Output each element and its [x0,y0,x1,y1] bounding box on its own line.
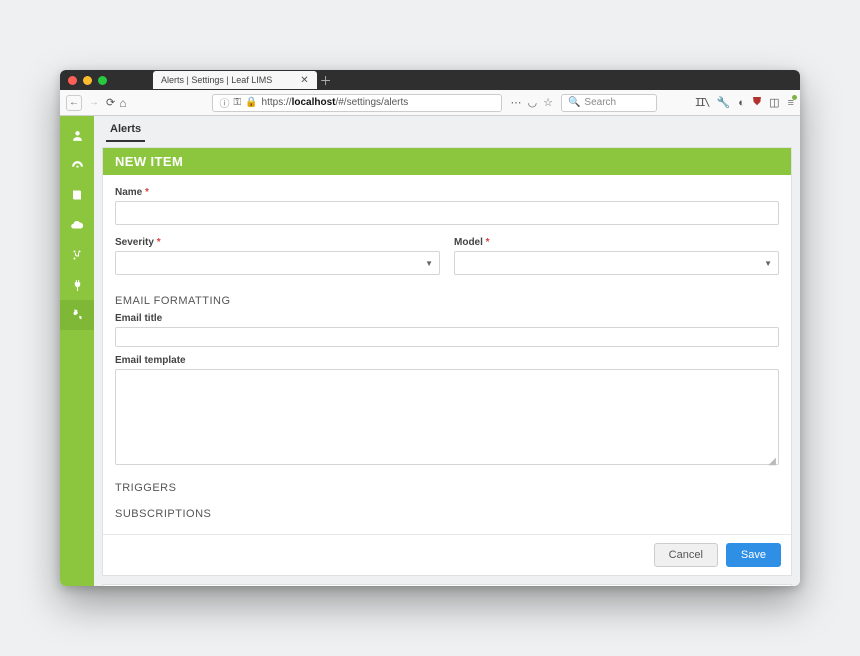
content-area: Alerts NEW ITEM Name * [94,116,800,586]
circle-icon[interactable]: ◐ [738,97,745,109]
required-icon: * [157,237,161,248]
wrench-icon[interactable]: 🔧 [717,96,731,109]
toolbar-right-icons: II\ 🔧 ◐ ⛊ ◫ ≡ [695,96,794,109]
book-icon [71,189,83,201]
email-title-label: Email title [115,313,779,324]
titlebar: Alerts | Settings | Leaf LIMS ✕ ＋ [60,70,800,90]
user-icon [71,129,84,142]
forward-button[interactable]: → [86,95,102,111]
card-title: NEW ITEM [103,148,791,175]
sidebar-item-profile[interactable] [60,120,94,150]
browser-search[interactable]: 🔍 Search [561,94,657,112]
more-icon[interactable]: ⋯ [510,96,521,109]
field-severity: Severity * ▼ [115,237,440,275]
field-email-title: Email title [115,313,779,347]
severity-select[interactable]: ▼ [115,251,440,275]
shield-icon[interactable]: ⛊ [753,96,761,109]
next-card-peek [102,584,792,586]
sidebar-item-settings[interactable] [60,300,94,330]
close-window-button[interactable] [68,76,77,85]
email-formatting-heading: EMAIL FORMATTING [115,295,779,307]
maximize-window-button[interactable] [98,76,107,85]
close-tab-icon[interactable]: ✕ [300,75,308,86]
sidebar-toggle-icon[interactable]: ◫ [769,96,779,109]
save-button[interactable]: Save [726,543,781,567]
cogs-icon [70,308,84,322]
nav-group: ← → ⟳ ⌂ [66,95,126,111]
plug-icon [71,279,84,292]
library-icon[interactable]: II\ [695,96,709,109]
pocket-icon[interactable]: ◡ [527,96,537,109]
search-icon: 🔍 [568,97,580,108]
sidebar-item-branch[interactable] [60,240,94,270]
required-icon: * [486,237,490,248]
browser-tab[interactable]: Alerts | Settings | Leaf LIMS ✕ [153,71,317,89]
cancel-button[interactable]: Cancel [654,543,718,567]
email-template-textarea[interactable] [115,369,779,465]
page-action-icons: ⋯ ◡ ☆ [510,96,552,109]
star-icon[interactable]: ☆ [543,96,553,109]
required-icon: * [145,187,149,198]
field-email-template: Email template ◢ [115,355,779,470]
triggers-heading: TRIGGERS [115,482,779,494]
url-text: https://localhost/#/settings/alerts [262,97,409,108]
menu-icon[interactable]: ≡ [788,97,794,109]
home-icon[interactable]: ⌂ [119,96,126,110]
field-name: Name * [115,187,779,225]
search-placeholder: Search [584,97,616,108]
url-bar[interactable]: ⓘ ⚿ 🔒 https://localhost/#/settings/alert… [212,94,502,112]
reload-icon[interactable]: ⟳ [106,96,115,109]
content-tabs: Alerts [94,116,800,142]
app-body: Alerts NEW ITEM Name * [60,116,800,586]
sidebar-item-plug[interactable] [60,270,94,300]
browser-toolbar: ← → ⟳ ⌂ ⓘ ⚿ 🔒 https://localhost/#/settin… [60,90,800,116]
email-template-label: Email template [115,355,779,366]
email-title-input[interactable] [115,327,779,347]
tab-title: Alerts | Settings | Leaf LIMS [161,75,272,85]
sidebar-item-dashboard[interactable] [60,150,94,180]
sidebar [60,116,94,586]
minimize-window-button[interactable] [83,76,92,85]
chevron-down-icon: ▼ [764,259,772,268]
browser-window: Alerts | Settings | Leaf LIMS ✕ ＋ ← → ⟳ … [60,70,800,586]
back-button[interactable]: ← [66,95,82,111]
lock-icon: 🔒 [245,97,257,108]
chevron-down-icon: ▼ [425,259,433,268]
key-icon: ⚿ [233,97,241,108]
field-model: Model * ▼ [454,237,779,275]
subscriptions-heading: SUBSCRIPTIONS [115,508,779,520]
gauge-icon [71,159,84,172]
sidebar-item-book[interactable] [60,180,94,210]
model-label: Model * [454,237,779,248]
severity-label: Severity * [115,237,440,248]
info-icon[interactable]: ⓘ [219,95,229,110]
new-tab-button[interactable]: ＋ [320,72,332,89]
model-select[interactable]: ▼ [454,251,779,275]
name-label: Name * [115,187,779,198]
card-footer: Cancel Save [103,534,791,575]
branch-icon [71,249,83,261]
new-item-card: NEW ITEM Name * Severity * [102,147,792,576]
window-controls [68,76,107,85]
card-body: Name * Severity * [103,175,791,534]
tab-alerts[interactable]: Alerts [106,119,145,142]
sidebar-item-cloud[interactable] [60,210,94,240]
cloud-icon [70,218,84,232]
name-input[interactable] [115,201,779,225]
